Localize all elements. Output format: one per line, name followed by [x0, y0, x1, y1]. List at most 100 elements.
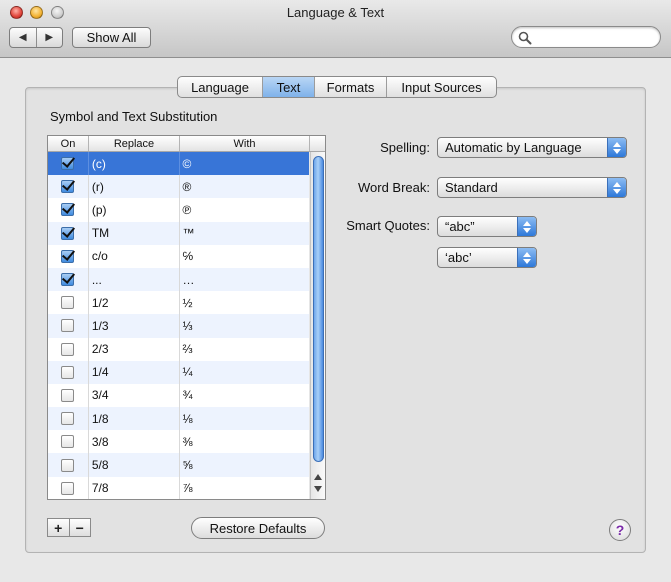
title-bar: Language & Text ◀ ▶ Show All — [0, 0, 671, 58]
enabled-checkbox[interactable] — [61, 388, 75, 402]
word-break-value: Standard — [445, 180, 498, 195]
smart-quotes-label: Smart Quotes: — [346, 218, 430, 233]
tab-bar: Language Text Formats Input Sources — [177, 76, 497, 98]
word-break-label: Word Break: — [357, 180, 430, 195]
table-row[interactable]: 1/3 ⅓ — [48, 314, 310, 338]
double-quotes-popup[interactable]: “abc” — [437, 216, 537, 237]
cell-on — [48, 244, 89, 268]
with-cell: ™ — [182, 226, 195, 241]
cell-on — [48, 407, 89, 431]
cell-on — [48, 430, 89, 454]
enabled-checkbox[interactable] — [61, 458, 75, 472]
popup-arrows-icon — [517, 248, 536, 267]
table-row[interactable]: c/o ℅ — [48, 244, 310, 268]
column-header-replace[interactable]: Replace — [89, 136, 180, 151]
tab-input-sources[interactable]: Input Sources — [386, 77, 496, 97]
cell-on — [48, 476, 89, 499]
table-row[interactable]: TM ™ — [48, 221, 310, 245]
help-button[interactable]: ? — [609, 519, 631, 541]
tab-text[interactable]: Text — [262, 77, 314, 97]
enabled-checkbox[interactable] — [61, 319, 75, 333]
show-all-button[interactable]: Show All — [72, 27, 151, 48]
cell-on — [48, 360, 89, 384]
replace-cell: 1/3 — [89, 314, 180, 338]
cell-on — [48, 267, 89, 292]
replace-cell: 1/2 — [89, 291, 180, 315]
back-forward-control: ◀ ▶ — [9, 27, 63, 48]
table-row[interactable]: 2/3 ⅔ — [48, 337, 310, 361]
enabled-checkbox[interactable] — [61, 412, 75, 426]
search-icon — [518, 31, 532, 45]
column-header-on[interactable]: On — [48, 136, 89, 151]
cell-on — [48, 337, 89, 361]
replace-cell: 2/3 — [89, 337, 180, 361]
replace-cell: 3/8 — [89, 430, 180, 454]
single-quotes-popup[interactable]: ‘abc’ — [437, 247, 537, 268]
popup-arrows-icon — [607, 178, 626, 197]
spelling-value: Automatic by Language — [445, 140, 582, 155]
enabled-checkbox[interactable] — [61, 203, 75, 217]
table-row[interactable]: 7/8 ⅞ — [48, 476, 310, 499]
table-row[interactable]: 5/8 ⅝ — [48, 453, 310, 477]
enabled-checkbox[interactable] — [61, 342, 75, 356]
enabled-checkbox[interactable] — [61, 249, 75, 263]
table-row[interactable]: (c) © — [48, 152, 310, 176]
search-field[interactable] — [511, 26, 661, 48]
table-row[interactable]: (p) ℗ — [48, 198, 310, 222]
scroll-up-arrow-icon[interactable] — [314, 474, 322, 480]
tab-formats[interactable]: Formats — [314, 77, 386, 97]
scrollbar-thumb[interactable] — [313, 156, 324, 462]
enabled-checkbox[interactable] — [61, 157, 75, 171]
scroll-down-arrow-icon[interactable] — [314, 486, 322, 492]
forward-arrow-icon[interactable]: ▶ — [35, 28, 63, 47]
cell-on — [48, 198, 89, 222]
with-cell: ⅔ — [182, 342, 193, 357]
double-quotes-value: “abc” — [445, 219, 475, 234]
with-cell: ⅓ — [182, 318, 193, 333]
table-row[interactable]: 1/8 ⅛ — [48, 407, 310, 431]
replace-cell: (r) — [89, 175, 180, 199]
with-cell: © — [182, 156, 192, 171]
cell-on — [48, 314, 89, 338]
table-scrollbar[interactable] — [310, 152, 325, 499]
single-quotes-value: ‘abc’ — [445, 250, 472, 265]
table-row[interactable]: ...… — [48, 267, 310, 292]
replace-cell: 1/4 — [89, 360, 180, 384]
cell-on — [48, 221, 89, 245]
cell-on — [48, 453, 89, 477]
popup-arrows-icon — [517, 217, 536, 236]
enabled-checkbox[interactable] — [61, 226, 75, 240]
table-row[interactable]: 3/8 ⅜ — [48, 430, 310, 454]
replace-cell: 7/8 — [89, 476, 180, 499]
add-button[interactable]: + — [48, 519, 69, 536]
replace-cell: TM — [89, 221, 180, 245]
replace-cell: (p) — [89, 198, 180, 222]
table-row[interactable]: 1/4 ¼ — [48, 360, 310, 384]
substitution-table: On Replace With (c) © (r) ® (p) ℗ TM ™ c/o ℅...… 1… — [47, 135, 326, 500]
word-break-popup[interactable]: Standard — [437, 177, 627, 198]
with-cell: ¼ — [182, 365, 193, 380]
restore-defaults-button[interactable]: Restore Defaults — [191, 517, 325, 539]
remove-button[interactable]: − — [68, 519, 91, 536]
enabled-checkbox[interactable] — [61, 365, 75, 379]
table-row[interactable]: (r) ® — [48, 175, 310, 199]
table-row[interactable]: 1/2 ½ — [48, 291, 310, 315]
spelling-popup[interactable]: Automatic by Language — [437, 137, 627, 158]
with-cell: ½ — [182, 295, 193, 310]
enabled-checkbox[interactable] — [61, 273, 75, 287]
add-remove-control: + − — [47, 518, 91, 537]
enabled-checkbox[interactable] — [61, 481, 75, 495]
spelling-label: Spelling: — [380, 140, 430, 155]
table-header: On Replace With — [48, 136, 325, 152]
back-arrow-icon[interactable]: ◀ — [10, 28, 36, 47]
tab-language[interactable]: Language — [178, 77, 262, 97]
with-cell: ¾ — [182, 388, 193, 403]
enabled-checkbox[interactable] — [61, 296, 75, 310]
replace-cell: 5/8 — [89, 453, 180, 477]
enabled-checkbox[interactable] — [61, 180, 75, 194]
column-header-with[interactable]: With — [180, 136, 310, 151]
replace-cell: c/o — [89, 244, 180, 268]
enabled-checkbox[interactable] — [61, 435, 75, 449]
table-row[interactable]: 3/4 ¾ — [48, 383, 310, 408]
with-cell: ⅞ — [182, 481, 193, 496]
